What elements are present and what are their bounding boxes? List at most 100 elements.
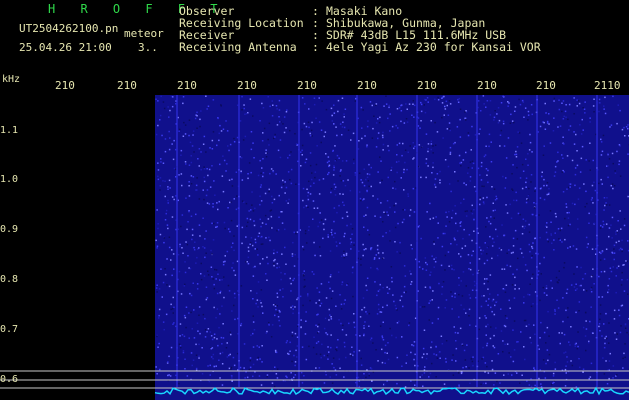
noise-speckle	[184, 133, 187, 135]
noise-speckle	[482, 356, 485, 359]
noise-speckle	[601, 296, 604, 298]
noise-speckle	[479, 198, 481, 201]
noise-speckle	[563, 115, 565, 118]
noise-speckle	[191, 228, 194, 231]
noise-speckle	[546, 120, 549, 123]
noise-speckle	[236, 195, 238, 197]
noise-speckle	[530, 342, 532, 344]
noise-speckle	[446, 216, 448, 218]
noise-speckle	[227, 228, 230, 230]
noise-speckle	[276, 108, 278, 110]
noise-speckle	[299, 295, 302, 298]
noise-speckle	[188, 164, 191, 166]
noise-speckle	[345, 160, 348, 162]
noise-speckle	[430, 140, 433, 143]
noise-speckle	[559, 229, 561, 232]
noise-speckle	[330, 274, 332, 276]
noise-speckle	[482, 382, 485, 385]
noise-speckle	[247, 173, 249, 175]
noise-speckle	[273, 264, 275, 267]
noise-speckle	[218, 326, 220, 329]
noise-speckle	[250, 148, 253, 151]
noise-speckle	[234, 318, 236, 321]
noise-speckle	[279, 139, 282, 141]
noise-speckle	[522, 170, 525, 172]
noise-speckle	[426, 211, 428, 213]
noise-speckle	[160, 95, 162, 98]
noise-speckle	[182, 102, 184, 105]
noise-speckle	[483, 155, 486, 158]
noise-speckle	[485, 106, 487, 108]
noise-speckle	[407, 193, 409, 195]
noise-speckle	[376, 313, 379, 315]
noise-speckle	[258, 375, 261, 377]
noise-speckle	[544, 102, 546, 105]
noise-speckle	[327, 156, 330, 158]
noise-speckle	[478, 270, 480, 272]
noise-speckle	[398, 142, 401, 145]
noise-speckle	[477, 100, 480, 102]
noise-speckle	[196, 177, 198, 179]
noise-speckle	[521, 233, 524, 235]
noise-speckle	[497, 294, 499, 296]
noise-speckle	[210, 335, 213, 337]
noise-speckle	[318, 179, 321, 181]
noise-speckle	[578, 102, 581, 105]
noise-speckle	[273, 252, 275, 255]
noise-speckle	[617, 220, 619, 222]
noise-speckle	[471, 289, 474, 291]
noise-speckle	[627, 127, 629, 130]
noise-speckle	[608, 204, 611, 206]
noise-speckle	[489, 100, 492, 102]
noise-speckle	[223, 276, 225, 278]
noise-speckle	[445, 211, 447, 214]
noise-speckle	[198, 314, 200, 316]
noise-speckle	[343, 113, 345, 115]
noise-speckle	[267, 96, 269, 98]
noise-speckle	[467, 167, 470, 169]
noise-speckle	[379, 283, 381, 286]
noise-speckle	[188, 119, 191, 121]
noise-speckle	[612, 95, 614, 98]
noise-speckle	[562, 157, 564, 159]
noise-speckle	[193, 309, 195, 311]
noise-speckle	[172, 312, 174, 314]
noise-speckle	[458, 154, 461, 157]
noise-speckle	[420, 110, 423, 113]
noise-speckle	[229, 353, 231, 356]
noise-speckle	[285, 200, 288, 202]
noise-speckle	[488, 220, 490, 223]
noise-speckle	[611, 251, 613, 254]
noise-speckle	[533, 207, 536, 209]
noise-speckle	[259, 120, 261, 122]
noise-speckle	[260, 289, 263, 291]
noise-speckle	[468, 294, 471, 296]
noise-speckle	[608, 377, 610, 380]
noise-speckle	[503, 268, 506, 270]
noise-speckle	[398, 320, 400, 323]
noise-speckle	[465, 312, 467, 314]
noise-speckle	[377, 252, 380, 254]
noise-speckle	[624, 343, 626, 345]
freq-tick: 0.7	[0, 324, 19, 335]
noise-speckle	[320, 283, 323, 285]
noise-speckle	[323, 327, 326, 330]
noise-speckle	[437, 99, 440, 101]
noise-speckle	[270, 168, 273, 170]
noise-speckle	[160, 158, 162, 160]
noise-speckle	[568, 103, 571, 106]
noise-speckle	[277, 149, 280, 152]
noise-speckle	[249, 241, 252, 244]
noise-speckle	[396, 251, 398, 253]
noise-speckle	[227, 145, 229, 147]
noise-speckle	[494, 199, 497, 201]
noise-speckle	[243, 343, 246, 345]
noise-speckle	[252, 266, 255, 268]
noise-speckle	[217, 344, 219, 347]
noise-speckle	[479, 203, 481, 206]
noise-speckle	[563, 262, 566, 264]
noise-speckle	[257, 281, 260, 283]
noise-speckle	[169, 187, 171, 189]
noise-speckle	[449, 153, 452, 155]
noise-speckle	[619, 210, 621, 212]
